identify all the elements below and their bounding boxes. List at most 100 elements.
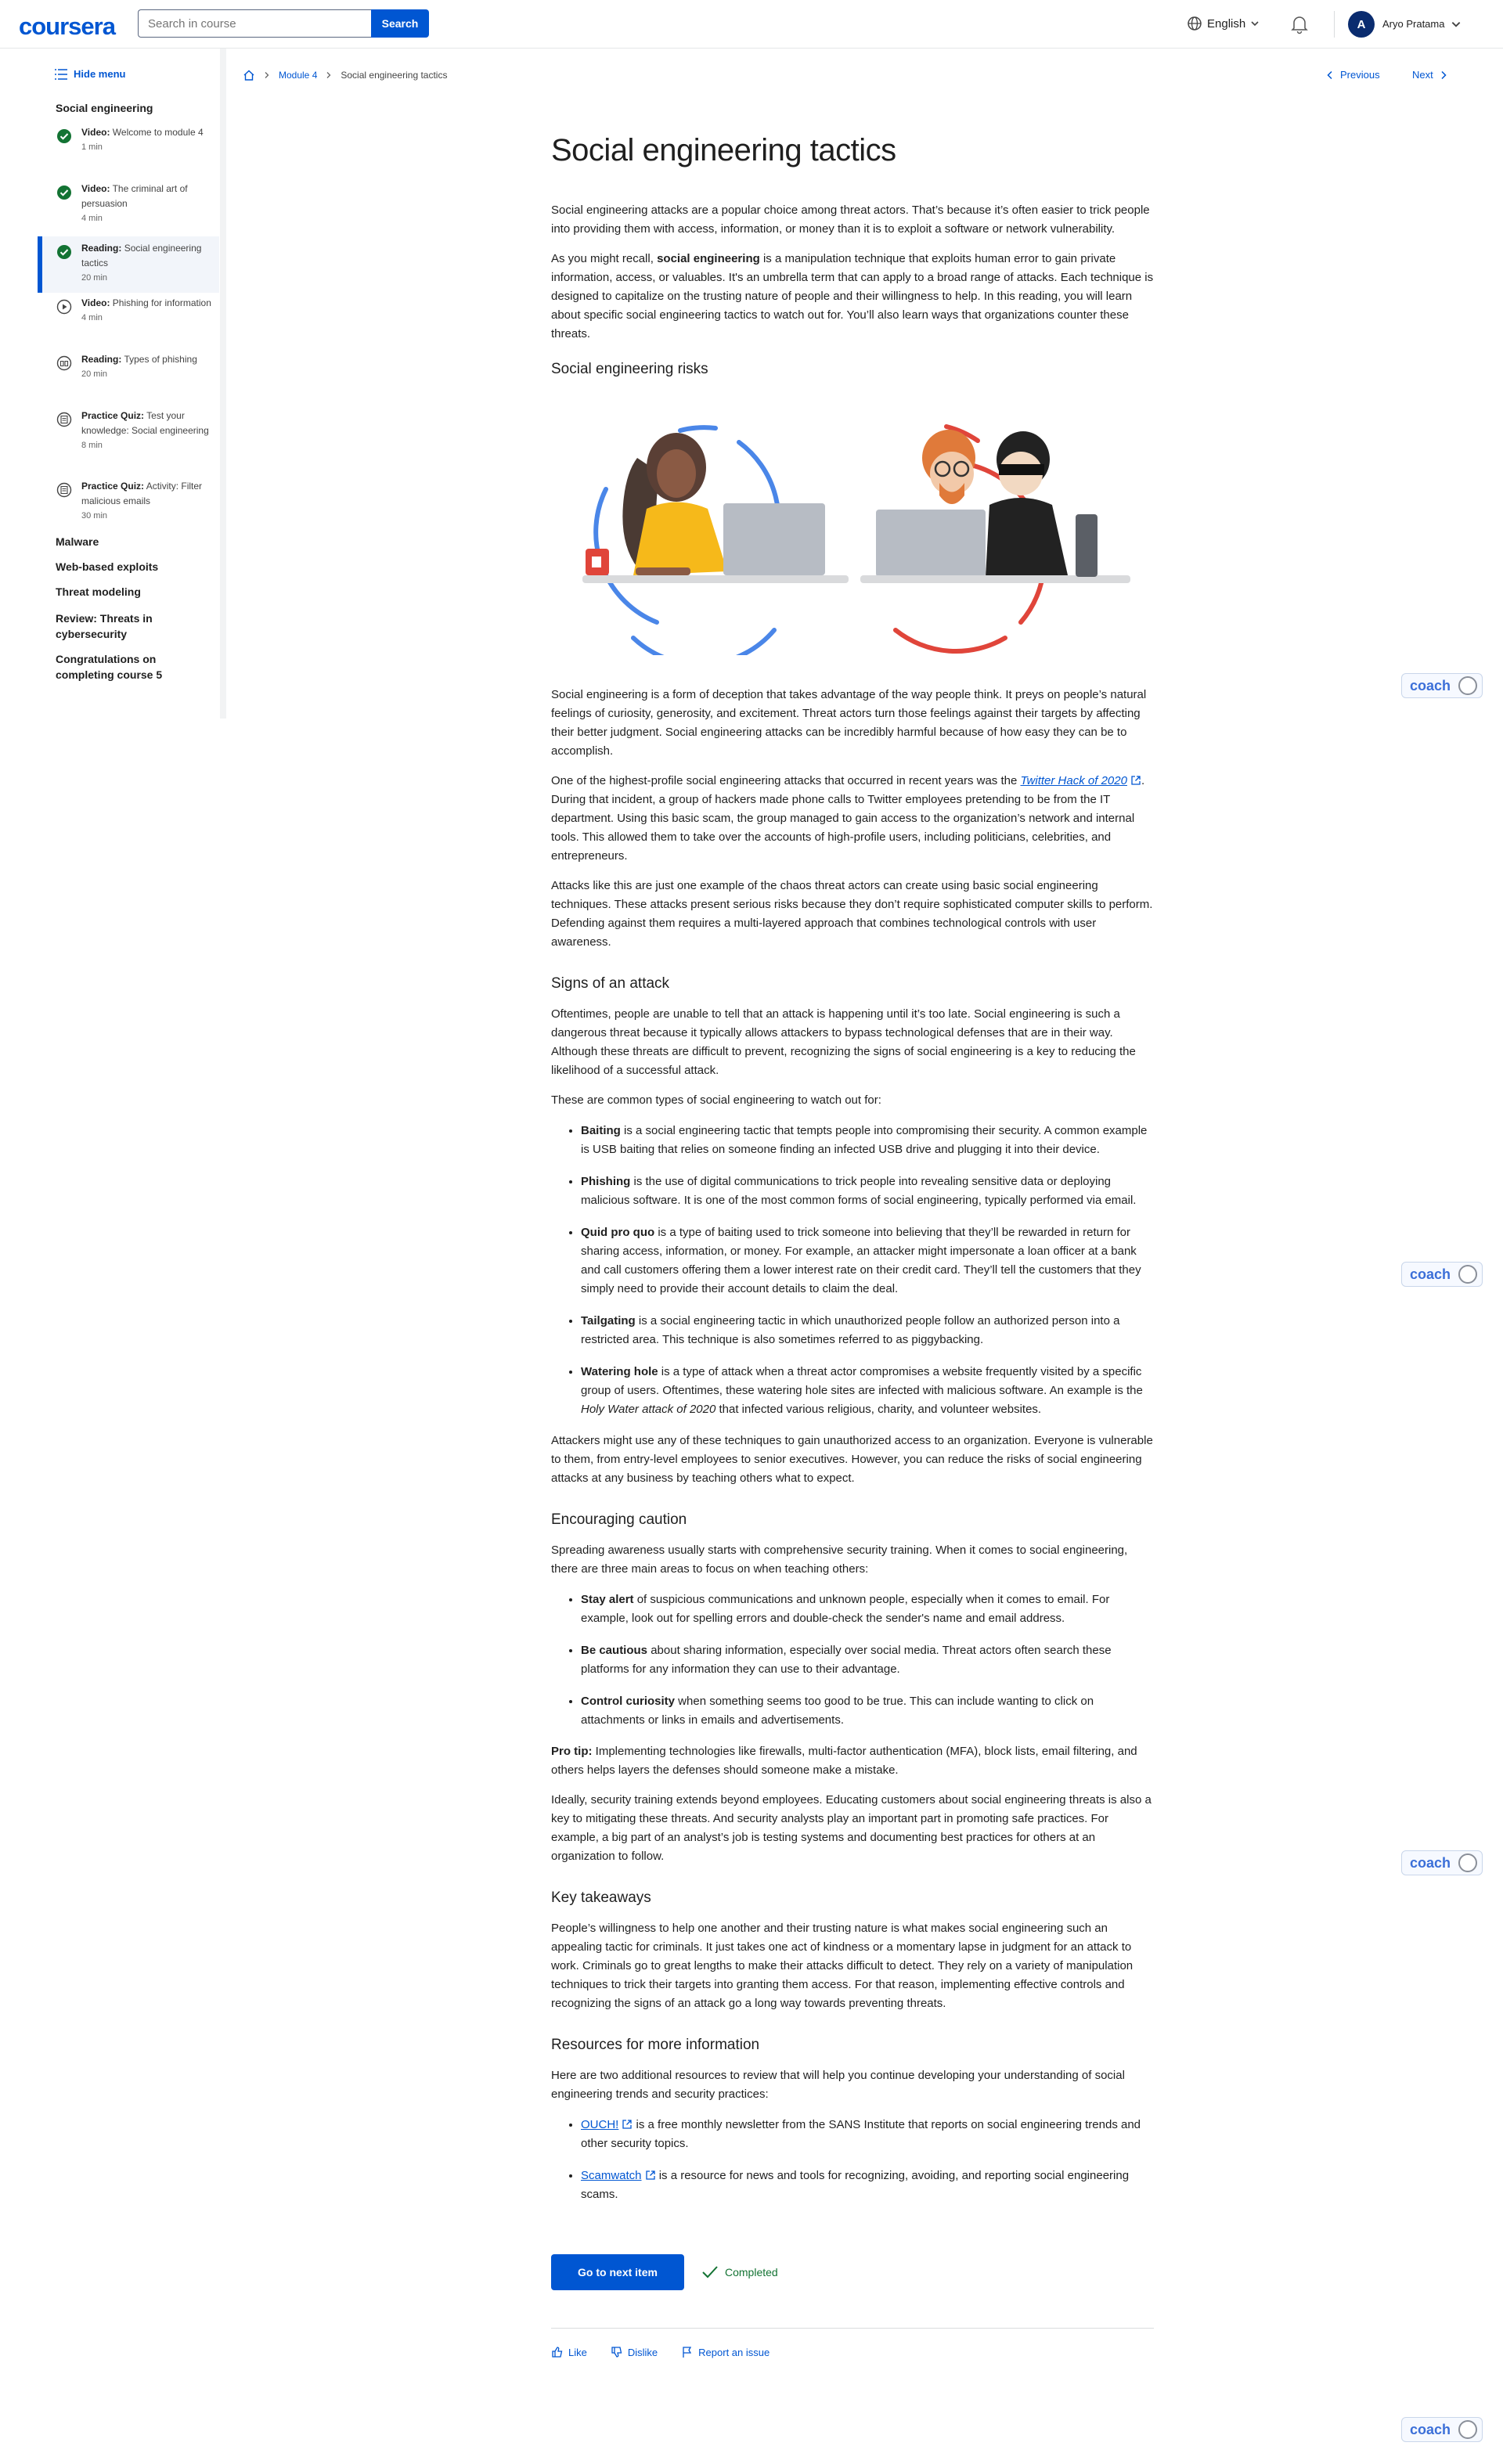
thumbs-up-icon [552, 2347, 563, 2358]
item-duration: 8 min [81, 441, 103, 450]
item-type: Video: [81, 183, 110, 194]
signs-paragraph-3: Attackers might use any of these techniq… [551, 1434, 1153, 1485]
thumbs-down-icon [611, 2347, 622, 2358]
quiz-icon [56, 482, 72, 498]
pro-tip: Pro tip: Implementing technologies like … [551, 1745, 1137, 1777]
next-label: Next [1412, 69, 1433, 81]
coach-icon [1458, 1265, 1477, 1284]
flag-icon [683, 2347, 692, 2358]
check-circle-icon [57, 245, 71, 259]
item-duration: 1 min [81, 142, 103, 152]
chevron-down-icon [1452, 21, 1461, 27]
language-label: English [1207, 16, 1246, 31]
bell-icon[interactable] [1290, 14, 1309, 34]
sidebar-item-test-your-knowledge[interactable]: Practice Quiz: Test your knowledge: Soci… [38, 409, 219, 453]
sidebar-item-welcome[interactable]: Video: Welcome to module 4 1 min [38, 125, 219, 155]
chevron-left-icon [1327, 70, 1332, 79]
intro-paragraph: Social engineering attacks are a popular… [551, 204, 1150, 236]
social-engineering-illustration [582, 424, 1130, 667]
breadcrumb-module[interactable]: Module 4 [279, 70, 317, 81]
sidebar-item-phishing-for-information[interactable]: Video: Phishing for information 4 min [38, 296, 219, 326]
sidebar-item-filter-malicious-emails[interactable]: Practice Quiz: Activity: Filter maliciou… [38, 479, 219, 524]
risks-paragraph-2: One of the highest-profile social engine… [551, 774, 1145, 863]
recall-paragraph: As you might recall, social engineering … [551, 252, 1154, 340]
check-circle-icon [57, 129, 71, 143]
feedback-bar: Like Dislike Report an issue [551, 2346, 1154, 2358]
go-to-next-item-button[interactable]: Go to next item [551, 2254, 684, 2290]
search-button[interactable]: Search [371, 9, 429, 38]
report-issue-button[interactable]: Report an issue [681, 2346, 770, 2358]
previous-label: Previous [1340, 69, 1380, 81]
next-button[interactable]: Next [1412, 69, 1447, 81]
heading-encouraging-caution: Encouraging caution [551, 1511, 687, 1528]
sidebar-section-web-based-exploits[interactable]: Web-based exploits [56, 560, 158, 573]
chevron-right-icon [326, 72, 331, 78]
list-item-scamwatch: Scamwatch is a resource for news and too… [581, 2166, 1154, 2204]
risks-paragraph-1: Social engineering is a form of deceptio… [551, 688, 1147, 758]
external-link-icon [622, 2120, 632, 2129]
item-title: Welcome to module 4 [112, 127, 204, 138]
item-type: Practice Quiz: [81, 481, 145, 492]
check-circle-icon [57, 186, 71, 200]
caution-paragraph-1: Spreading awareness usually starts with … [551, 1544, 1128, 1576]
globe-icon [1188, 16, 1202, 31]
coach-button[interactable]: coach [1401, 2417, 1483, 2442]
heading-signs-of-an-attack: Signs of an attack [551, 975, 670, 992]
list-item-control-curiosity: Control curiosity when something seems t… [581, 1691, 1154, 1730]
divider [551, 2328, 1154, 2329]
item-type: Video: [81, 297, 110, 308]
item-type: Reading: [81, 354, 122, 365]
page-title: Social engineering tactics [551, 133, 896, 168]
sidebar-section-review[interactable]: Review: Threats in cybersecurity [56, 611, 204, 642]
list-item-be-cautious: Be cautious about sharing information, e… [581, 1641, 1154, 1679]
course-sidebar: Hide menu Social engineering Video: Welc… [0, 49, 226, 719]
heading-resources: Resources for more information [551, 2037, 760, 2053]
caution-list: Stay alert of suspicious communications … [551, 1590, 1154, 1730]
list-item-tailgating: Tailgating is a social engineering tacti… [581, 1311, 1154, 1349]
avatar[interactable]: A [1348, 11, 1375, 38]
completion-actions: Go to next item Completed [551, 2254, 1154, 2290]
sidebar-item-social-engineering-tactics[interactable]: Reading: Social engineering tactics 20 m… [38, 236, 219, 293]
external-link-icon [645, 2170, 655, 2180]
home-icon[interactable] [243, 69, 255, 81]
language-selector[interactable]: English [1187, 16, 1260, 31]
play-circle-icon [56, 299, 72, 315]
item-duration: 20 min [81, 369, 108, 379]
ouch-link[interactable]: OUCH! [581, 2118, 618, 2131]
coursera-logo[interactable]: coursera [19, 13, 116, 41]
heading-social-engineering-risks: Social engineering risks [551, 361, 708, 377]
sidebar-item-criminal-art[interactable]: Video: The criminal art of persuasion 4 … [38, 182, 219, 226]
takeaways-paragraph: People’s willingness to help one another… [551, 1922, 1134, 2010]
reading-content: Social engineering tactics Social engine… [551, 133, 1154, 2358]
item-duration: 20 min [81, 273, 108, 283]
sidebar-item-types-of-phishing[interactable]: Reading: Types of phishing 20 min [38, 352, 219, 382]
user-menu[interactable]: Aryo Pratama [1382, 18, 1462, 30]
coach-button[interactable]: coach [1401, 1262, 1483, 1287]
like-button[interactable]: Like [551, 2346, 587, 2358]
quiz-icon [56, 412, 72, 427]
sidebar-section-threat-modeling[interactable]: Threat modeling [56, 585, 141, 598]
list-item-ouch: OUCH! is a free monthly newsletter from … [581, 2115, 1154, 2153]
search-input[interactable] [138, 9, 371, 38]
coach-icon [1458, 1853, 1477, 1872]
coach-button[interactable]: coach [1401, 1850, 1483, 1875]
dislike-button[interactable]: Dislike [611, 2346, 658, 2358]
heading-key-takeaways: Key takeaways [551, 1889, 651, 1906]
reading-icon [56, 355, 72, 371]
sidebar-section-malware[interactable]: Malware [56, 535, 99, 548]
sidebar-section-social-engineering[interactable]: Social engineering [56, 102, 153, 114]
list-item-phishing: Phishing is the use of digital communica… [581, 1172, 1154, 1210]
risks-paragraph-3: Attacks like this are just one example o… [551, 879, 1153, 949]
divider [1334, 11, 1335, 38]
sidebar-section-congratulations[interactable]: Congratulations on completing course 5 [56, 651, 204, 683]
previous-button[interactable]: Previous [1326, 69, 1380, 81]
chevron-down-icon [1251, 21, 1259, 27]
list-item-stay-alert: Stay alert of suspicious communications … [581, 1590, 1154, 1628]
user-name: Aryo Pratama [1382, 18, 1445, 30]
item-type: Practice Quiz: [81, 410, 145, 421]
hide-menu-button[interactable]: Hide menu [55, 68, 125, 80]
coach-icon [1458, 2420, 1477, 2439]
scamwatch-link[interactable]: Scamwatch [581, 2169, 642, 2182]
coach-button[interactable]: coach [1401, 673, 1483, 698]
twitter-hack-link[interactable]: Twitter Hack of 2020 [1021, 774, 1127, 787]
